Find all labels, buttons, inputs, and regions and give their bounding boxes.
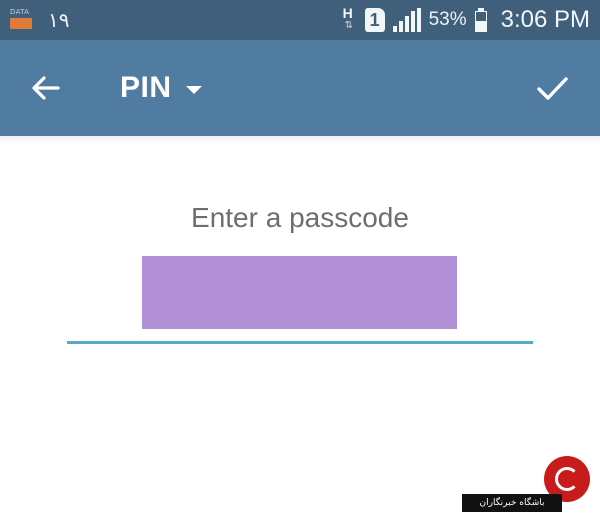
page-title: PIN xyxy=(120,71,172,104)
status-bar-left: DATA ١٩ xyxy=(10,6,69,34)
toolbar: PIN xyxy=(0,40,600,136)
status-bar-right: H ⇅ 1 53% 3:06 PM xyxy=(341,4,590,36)
status-bar: DATA ١٩ H ⇅ 1 53% 3:06 PM xyxy=(0,0,600,40)
data-label: DATA xyxy=(10,8,30,16)
battery-percent: 53% xyxy=(428,9,467,30)
watermark-text: باشگاه خبرنگاران xyxy=(462,494,562,512)
input-underline xyxy=(67,341,533,344)
passcode-input[interactable] xyxy=(67,250,533,345)
checkmark-icon xyxy=(537,77,568,100)
toolbar-shadow xyxy=(0,136,600,144)
signal-icon xyxy=(392,8,421,32)
redaction-mask xyxy=(142,256,457,329)
clock: 3:06 PM xyxy=(500,6,590,33)
data-icon: DATA xyxy=(10,8,34,32)
watermark-logo: باشگاه خبرنگاران xyxy=(462,456,600,515)
battery-icon xyxy=(474,8,487,32)
done-button[interactable] xyxy=(532,68,572,108)
caret-down-icon xyxy=(185,86,202,94)
title-dropdown[interactable]: PIN xyxy=(120,66,202,110)
sim-icon: 1 xyxy=(364,8,385,32)
network-type-icon: H ⇅ xyxy=(342,5,353,31)
arrow-back-icon xyxy=(32,76,60,100)
notification-count: ١٩ xyxy=(48,8,70,32)
passcode-prompt: Enter a passcode xyxy=(191,202,409,233)
back-button[interactable] xyxy=(26,68,66,108)
